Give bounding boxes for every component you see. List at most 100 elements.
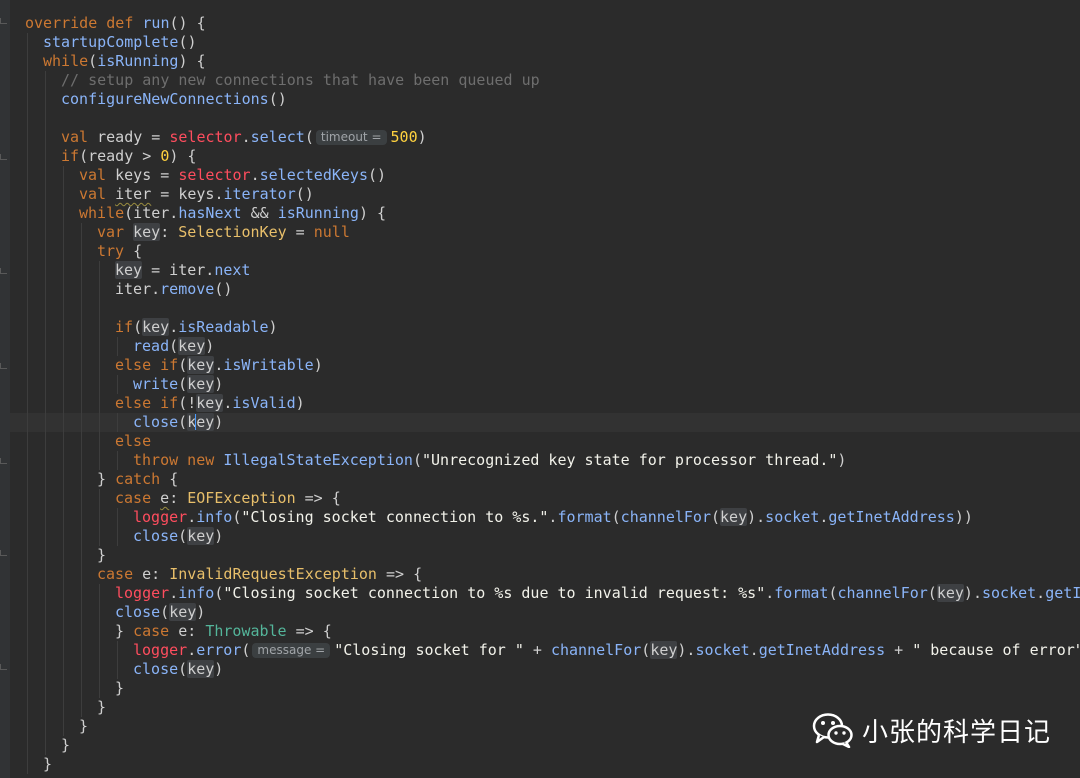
code-line[interactable]: val keys = selector.selectedKeys() <box>0 166 1080 185</box>
code-line[interactable]: } catch { <box>0 470 1080 489</box>
code-line[interactable]: key = iter.next <box>0 261 1080 280</box>
code-area[interactable]: override def run() {startupComplete() whi… <box>0 14 1080 774</box>
code-line[interactable]: logger.info("Closing socket connection t… <box>0 508 1080 527</box>
code-line[interactable]: iter.remove() <box>0 280 1080 299</box>
code-token: run <box>142 14 170 32</box>
code-line[interactable]: read(key) <box>0 337 1080 356</box>
indent-guide <box>99 489 100 508</box>
indent-guide <box>27 508 28 527</box>
code-token: key <box>187 356 215 374</box>
code-line[interactable]: close(key) <box>0 413 1080 432</box>
code-token: ) { <box>169 147 197 165</box>
code-token: } <box>115 679 125 697</box>
code-token: () <box>368 166 387 184</box>
indent-guide <box>27 679 28 698</box>
code-token: ) <box>417 128 427 146</box>
indent-guide <box>99 337 100 356</box>
code-line[interactable]: if(key.isReadable) <box>0 318 1080 337</box>
code-line[interactable]: // setup any new connections that have b… <box>0 71 1080 90</box>
code-token: ) <box>205 337 215 355</box>
code-token: (ready > <box>79 147 161 165</box>
code-line[interactable]: override def run() { <box>0 14 1080 33</box>
code-line[interactable] <box>0 299 1080 318</box>
indent-guide <box>63 660 64 679</box>
code-line[interactable]: close(key) <box>0 603 1080 622</box>
code-token: SelectionKey <box>178 223 287 241</box>
indent-guide <box>27 147 28 166</box>
code-token: ( <box>178 356 188 374</box>
code-token: ) <box>214 375 224 393</box>
code-token: 500 <box>390 128 418 146</box>
indent-guide <box>81 356 82 375</box>
code-line[interactable] <box>0 109 1080 128</box>
indent-guide <box>63 204 64 223</box>
code-line[interactable]: configureNewConnections() <box>0 90 1080 109</box>
indent-guide <box>45 622 46 641</box>
code-line[interactable]: close(key) <box>0 660 1080 679</box>
indent-guide <box>99 603 100 622</box>
code-token: if <box>115 318 134 336</box>
code-line[interactable]: write(key) <box>0 375 1080 394</box>
code-line[interactable]: } <box>0 546 1080 565</box>
code-token: () <box>178 33 197 51</box>
code-token: . <box>749 641 759 659</box>
code-line[interactable]: } <box>0 679 1080 698</box>
code-line[interactable]: else if(key.isWritable) <box>0 356 1080 375</box>
indent-guide <box>45 280 46 299</box>
code-token: close <box>133 660 179 678</box>
code-token: key <box>178 337 206 355</box>
code-token: isReadable <box>178 318 269 336</box>
code-line[interactable]: startupComplete() <box>0 33 1080 52</box>
indent-guide <box>27 394 28 413</box>
code-line[interactable]: val iter = keys.iterator() <box>0 185 1080 204</box>
code-line[interactable]: } <box>0 755 1080 774</box>
code-token: close <box>133 527 179 545</box>
indent-guide <box>27 242 28 261</box>
code-token: format <box>557 508 612 526</box>
indent-guide <box>45 261 46 280</box>
code-token: => { <box>286 622 332 640</box>
indent-guide <box>63 451 64 470</box>
code-line[interactable]: logger.error(message = "Closing socket fo… <box>0 641 1080 660</box>
code-line[interactable]: else if(!key.isValid) <box>0 394 1080 413</box>
code-token: Throwable <box>205 622 287 640</box>
code-token: while <box>43 52 89 70</box>
indent-guide <box>45 546 46 565</box>
indent-guide <box>63 318 64 337</box>
code-line[interactable]: close(key) <box>0 527 1080 546</box>
code-line[interactable]: else <box>0 432 1080 451</box>
code-line[interactable]: while(isRunning) { <box>0 52 1080 71</box>
code-line[interactable]: throw new IllegalStateException("Unrecog… <box>0 451 1080 470</box>
indent-guide <box>63 337 64 356</box>
code-line[interactable]: logger.info("Closing socket connection t… <box>0 584 1080 603</box>
indent-guide <box>45 565 46 584</box>
code-token: // setup any new connections that have b… <box>61 71 540 89</box>
code-token: ( <box>178 660 188 678</box>
code-editor[interactable]: override def run() {startupComplete() whi… <box>0 0 1080 778</box>
indent-guide <box>81 489 82 508</box>
code-line[interactable]: } case e: Throwable => { <box>0 622 1080 641</box>
code-token: var <box>97 223 134 241</box>
code-token: () <box>268 90 287 108</box>
indent-guide <box>27 204 28 223</box>
indent-guide <box>81 451 82 470</box>
indent-guide <box>63 185 64 204</box>
code-line[interactable]: case e: EOFException => { <box>0 489 1080 508</box>
indent-guide <box>27 717 28 736</box>
indent-guide <box>81 565 82 584</box>
code-line[interactable]: try { <box>0 242 1080 261</box>
indent-guide <box>81 261 82 280</box>
indent-guide <box>81 280 82 299</box>
indent-guide <box>63 584 64 603</box>
code-line[interactable]: while(iter.hasNext && isRunning) { <box>0 204 1080 223</box>
code-token: ) <box>214 660 224 678</box>
indent-guide <box>45 679 46 698</box>
code-line[interactable]: if(ready > 0) { <box>0 147 1080 166</box>
code-line[interactable]: var key: SelectionKey = null <box>0 223 1080 242</box>
code-token: selector <box>178 166 251 184</box>
code-line[interactable]: val ready = selector.select(timeout = 500… <box>0 128 1080 147</box>
indent-guide <box>81 641 82 660</box>
code-token: : <box>169 489 188 507</box>
code-token: ( <box>641 641 651 659</box>
code-line[interactable]: case e: InvalidRequestException => { <box>0 565 1080 584</box>
